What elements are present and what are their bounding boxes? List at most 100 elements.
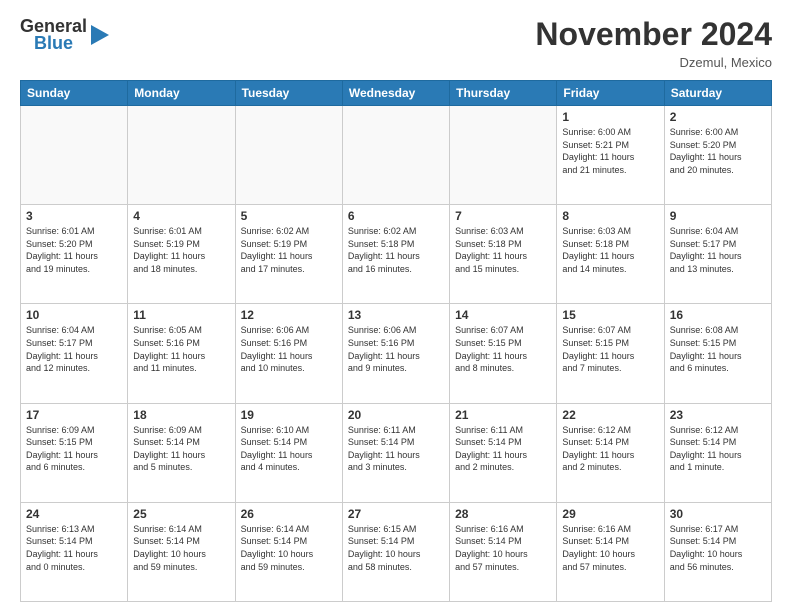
calendar-cell: 24 Sunrise: 6:13 AM Sunset: 5:14 PM Dayli… — [21, 502, 128, 601]
calendar-cell: 19 Sunrise: 6:10 AM Sunset: 5:14 PM Dayli… — [235, 403, 342, 502]
logo-icon — [89, 21, 111, 49]
day-info: Sunrise: 6:12 AM Sunset: 5:14 PM Dayligh… — [562, 424, 658, 474]
day-info: Sunrise: 6:15 AM Sunset: 5:14 PM Dayligh… — [348, 523, 444, 573]
calendar-cell: 28Sunrise: 6:16 AM Sunset: 5:14 PM Dayli… — [450, 502, 557, 601]
page: General Blue November 2024 Dzemul, Mexic… — [0, 0, 792, 612]
col-sunday: Sunday — [21, 81, 128, 106]
calendar-cell: 21Sunrise: 6:11 AM Sunset: 5:14 PM Dayli… — [450, 403, 557, 502]
day-info: Sunrise: 6:07 AM Sunset: 5:15 PM Dayligh… — [455, 324, 551, 374]
day-info: Sunrise: 6:16 AM Sunset: 5:14 PM Dayligh… — [562, 523, 658, 573]
day-info: Sunrise: 6:01 AM Sunset: 5:20 PM Dayligh… — [26, 225, 122, 275]
day-number: 11 — [133, 308, 229, 322]
day-number: 25 — [133, 507, 229, 521]
col-monday: Monday — [128, 81, 235, 106]
calendar-cell: 27 Sunrise: 6:15 AM Sunset: 5:14 PM Dayli… — [342, 502, 449, 601]
calendar-cell: 7 Sunrise: 6:03 AM Sunset: 5:18 PM Daylig… — [450, 205, 557, 304]
day-number: 12 — [241, 308, 337, 322]
col-saturday: Saturday — [664, 81, 771, 106]
header: General Blue November 2024 Dzemul, Mexic… — [20, 16, 772, 70]
day-info: Sunrise: 6:10 AM Sunset: 5:14 PM Dayligh… — [241, 424, 337, 474]
day-info: Sunrise: 6:09 AM Sunset: 5:14 PM Dayligh… — [133, 424, 229, 474]
calendar-cell — [342, 106, 449, 205]
calendar-cell: 16 Sunrise: 6:08 AM Sunset: 5:15 PM Dayli… — [664, 304, 771, 403]
day-number: 24 — [26, 507, 122, 521]
calendar-cell: 14 Sunrise: 6:07 AM Sunset: 5:15 PM Dayli… — [450, 304, 557, 403]
day-info: Sunrise: 6:07 AM Sunset: 5:15 PM Dayligh… — [562, 324, 658, 374]
day-info: Sunrise: 6:06 AM Sunset: 5:16 PM Dayligh… — [348, 324, 444, 374]
calendar-cell: 6Sunrise: 6:02 AM Sunset: 5:18 PM Daylig… — [342, 205, 449, 304]
day-info: Sunrise: 6:13 AM Sunset: 5:14 PM Dayligh… — [26, 523, 122, 573]
col-thursday: Thursday — [450, 81, 557, 106]
day-info: Sunrise: 6:03 AM Sunset: 5:18 PM Dayligh… — [455, 225, 551, 275]
calendar-cell: 18 Sunrise: 6:09 AM Sunset: 5:14 PM Dayli… — [128, 403, 235, 502]
calendar-cell: 11 Sunrise: 6:05 AM Sunset: 5:16 PM Dayli… — [128, 304, 235, 403]
calendar-cell: 29 Sunrise: 6:16 AM Sunset: 5:14 PM Dayli… — [557, 502, 664, 601]
day-number: 9 — [670, 209, 766, 223]
calendar-cell: 4 Sunrise: 6:01 AM Sunset: 5:19 PM Daylig… — [128, 205, 235, 304]
day-info: Sunrise: 6:05 AM Sunset: 5:16 PM Dayligh… — [133, 324, 229, 374]
logo: General Blue — [20, 16, 111, 54]
day-info: Sunrise: 6:16 AM Sunset: 5:14 PM Dayligh… — [455, 523, 551, 573]
day-info: Sunrise: 6:14 AM Sunset: 5:14 PM Dayligh… — [133, 523, 229, 573]
logo-blue: Blue — [34, 33, 73, 54]
calendar-cell — [21, 106, 128, 205]
day-number: 27 — [348, 507, 444, 521]
title-area: November 2024 Dzemul, Mexico — [535, 16, 772, 70]
day-number: 13 — [348, 308, 444, 322]
day-number: 18 — [133, 408, 229, 422]
day-number: 22 — [562, 408, 658, 422]
calendar-cell: 17 Sunrise: 6:09 AM Sunset: 5:15 PM Dayli… — [21, 403, 128, 502]
calendar-week-3: 10Sunrise: 6:04 AM Sunset: 5:17 PM Dayli… — [21, 304, 772, 403]
day-info: Sunrise: 6:01 AM Sunset: 5:19 PM Dayligh… — [133, 225, 229, 275]
day-number: 4 — [133, 209, 229, 223]
calendar-cell — [128, 106, 235, 205]
calendar-week-4: 17 Sunrise: 6:09 AM Sunset: 5:15 PM Dayli… — [21, 403, 772, 502]
calendar-cell: 5Sunrise: 6:02 AM Sunset: 5:19 PM Daylig… — [235, 205, 342, 304]
calendar-week-5: 24 Sunrise: 6:13 AM Sunset: 5:14 PM Dayli… — [21, 502, 772, 601]
day-number: 29 — [562, 507, 658, 521]
location: Dzemul, Mexico — [535, 55, 772, 70]
day-info: Sunrise: 6:02 AM Sunset: 5:19 PM Dayligh… — [241, 225, 337, 275]
day-number: 6 — [348, 209, 444, 223]
day-number: 3 — [26, 209, 122, 223]
calendar-cell: 2Sunrise: 6:00 AM Sunset: 5:20 PM Daylig… — [664, 106, 771, 205]
day-info: Sunrise: 6:06 AM Sunset: 5:16 PM Dayligh… — [241, 324, 337, 374]
calendar-cell: 10Sunrise: 6:04 AM Sunset: 5:17 PM Dayli… — [21, 304, 128, 403]
day-number: 16 — [670, 308, 766, 322]
calendar-table: Sunday Monday Tuesday Wednesday Thursday… — [20, 80, 772, 602]
col-wednesday: Wednesday — [342, 81, 449, 106]
day-number: 15 — [562, 308, 658, 322]
calendar-cell: 9 Sunrise: 6:04 AM Sunset: 5:17 PM Daylig… — [664, 205, 771, 304]
day-info: Sunrise: 6:00 AM Sunset: 5:21 PM Dayligh… — [562, 126, 658, 176]
day-number: 26 — [241, 507, 337, 521]
day-number: 20 — [348, 408, 444, 422]
calendar-cell: 25 Sunrise: 6:14 AM Sunset: 5:14 PM Dayli… — [128, 502, 235, 601]
calendar-cell: 8Sunrise: 6:03 AM Sunset: 5:18 PM Daylig… — [557, 205, 664, 304]
day-info: Sunrise: 6:08 AM Sunset: 5:15 PM Dayligh… — [670, 324, 766, 374]
calendar-cell: 26Sunrise: 6:14 AM Sunset: 5:14 PM Dayli… — [235, 502, 342, 601]
day-number: 30 — [670, 507, 766, 521]
calendar-header-row: Sunday Monday Tuesday Wednesday Thursday… — [21, 81, 772, 106]
day-number: 10 — [26, 308, 122, 322]
day-number: 17 — [26, 408, 122, 422]
day-info: Sunrise: 6:03 AM Sunset: 5:18 PM Dayligh… — [562, 225, 658, 275]
day-info: Sunrise: 6:00 AM Sunset: 5:20 PM Dayligh… — [670, 126, 766, 176]
calendar-cell: 12 Sunrise: 6:06 AM Sunset: 5:16 PM Dayli… — [235, 304, 342, 403]
day-number: 19 — [241, 408, 337, 422]
calendar-cell — [235, 106, 342, 205]
day-number: 14 — [455, 308, 551, 322]
calendar-cell: 15 Sunrise: 6:07 AM Sunset: 5:15 PM Dayli… — [557, 304, 664, 403]
day-info: Sunrise: 6:11 AM Sunset: 5:14 PM Dayligh… — [348, 424, 444, 474]
day-info: Sunrise: 6:11 AM Sunset: 5:14 PM Dayligh… — [455, 424, 551, 474]
col-tuesday: Tuesday — [235, 81, 342, 106]
col-friday: Friday — [557, 81, 664, 106]
calendar-week-2: 3 Sunrise: 6:01 AM Sunset: 5:20 PM Daylig… — [21, 205, 772, 304]
day-info: Sunrise: 6:09 AM Sunset: 5:15 PM Dayligh… — [26, 424, 122, 474]
calendar-cell: 13 Sunrise: 6:06 AM Sunset: 5:16 PM Dayli… — [342, 304, 449, 403]
day-info: Sunrise: 6:04 AM Sunset: 5:17 PM Dayligh… — [670, 225, 766, 275]
calendar-cell — [450, 106, 557, 205]
calendar-cell: 3 Sunrise: 6:01 AM Sunset: 5:20 PM Daylig… — [21, 205, 128, 304]
day-number: 23 — [670, 408, 766, 422]
day-number: 7 — [455, 209, 551, 223]
calendar-cell: 20 Sunrise: 6:11 AM Sunset: 5:14 PM Dayli… — [342, 403, 449, 502]
